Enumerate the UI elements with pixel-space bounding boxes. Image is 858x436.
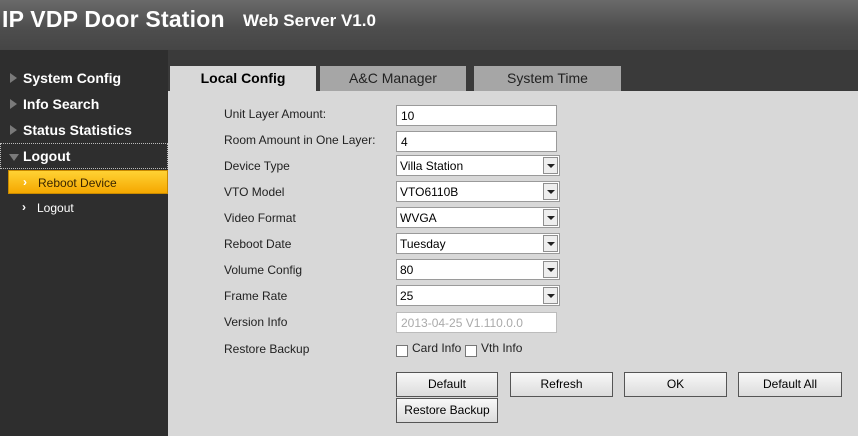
- reboot-date-label: Reboot Date: [224, 237, 292, 251]
- vto-model-label: VTO Model: [224, 185, 285, 199]
- device-type-value: Villa Station: [400, 159, 464, 173]
- tab-system-time[interactable]: System Time: [474, 66, 621, 91]
- chevron-down-icon[interactable]: [543, 209, 558, 226]
- triangle-right-icon: [10, 125, 17, 135]
- tab-local-config[interactable]: Local Config: [170, 66, 316, 91]
- reboot-date-select[interactable]: Tuesday: [396, 233, 560, 254]
- triangle-right-icon: [10, 73, 17, 83]
- app-header: IP VDP Door Station Web Server V1.0: [0, 0, 858, 50]
- volume-config-label: Volume Config: [224, 263, 303, 277]
- vto-model-select[interactable]: VTO6110B: [396, 181, 560, 202]
- reboot-date-value: Tuesday: [400, 237, 446, 251]
- video-format-select[interactable]: WVGA: [396, 207, 560, 228]
- frame-rate-select[interactable]: 25: [396, 285, 560, 306]
- triangle-right-icon: [10, 99, 17, 109]
- device-type-label: Device Type: [224, 159, 290, 173]
- vto-model-value: VTO6110B: [400, 185, 459, 199]
- ok-button[interactable]: OK: [624, 372, 727, 397]
- unit-layer-amount-input[interactable]: [396, 105, 557, 126]
- tab-ac-manager[interactable]: A&C Manager: [320, 66, 466, 91]
- chevron-right-icon: ›: [23, 175, 27, 189]
- video-format-label: Video Format: [224, 211, 296, 225]
- device-type-select[interactable]: Villa Station: [396, 155, 560, 176]
- version-info-field: [396, 312, 557, 333]
- frame-rate-label: Frame Rate: [224, 289, 288, 303]
- sidebar-item-system-config[interactable]: System Config: [0, 65, 168, 91]
- chevron-down-icon[interactable]: [543, 157, 558, 174]
- video-format-value: WVGA: [400, 211, 437, 225]
- chevron-down-icon[interactable]: [543, 287, 558, 304]
- sidebar-item-label: Info Search: [23, 96, 100, 112]
- sidebar-item-status-statistics[interactable]: Status Statistics: [0, 117, 168, 143]
- sidebar-item-label: Status Statistics: [23, 122, 132, 138]
- sidebar-subitem-logout[interactable]: › Logout: [8, 196, 168, 220]
- room-amount-input[interactable]: [396, 131, 557, 152]
- volume-config-select[interactable]: 80: [396, 259, 560, 280]
- card-info-checkbox[interactable]: [396, 345, 408, 357]
- restore-backup-label: Restore Backup: [224, 342, 310, 356]
- chevron-right-icon: ›: [22, 200, 26, 214]
- frame-rate-value: 25: [400, 289, 414, 303]
- room-amount-label: Room Amount in One Layer:: [224, 133, 376, 147]
- sidebar-subitem-label: Reboot Device: [38, 176, 117, 190]
- default-all-button[interactable]: Default All: [738, 372, 842, 397]
- triangle-down-icon: [9, 154, 19, 161]
- sidebar-subitem-label: Logout: [37, 201, 74, 215]
- card-info-label: Card Info: [412, 341, 462, 355]
- sidebar-item-info-search[interactable]: Info Search: [0, 91, 168, 117]
- main-content: Local Config A&C Manager System Time Uni…: [168, 50, 858, 436]
- sidebar: System Config Info Search Status Statist…: [0, 50, 168, 436]
- vth-info-label: Vth Info: [481, 341, 523, 355]
- chevron-down-icon[interactable]: [543, 261, 558, 278]
- vth-info-checkbox[interactable]: [465, 345, 477, 357]
- tab-bar: Local Config A&C Manager System Time: [168, 50, 858, 91]
- sidebar-subitem-reboot-device[interactable]: › Reboot Device: [8, 170, 168, 194]
- sidebar-item-label: Logout: [23, 148, 71, 164]
- default-button[interactable]: Default: [396, 372, 498, 397]
- unit-layer-amount-label: Unit Layer Amount:: [224, 107, 327, 121]
- restore-backup-button[interactable]: Restore Backup: [396, 398, 498, 423]
- app-title: IP VDP Door Station: [2, 6, 225, 32]
- version-info-label: Version Info: [224, 315, 288, 329]
- refresh-button[interactable]: Refresh: [510, 372, 613, 397]
- sidebar-item-label: System Config: [23, 70, 122, 86]
- volume-config-value: 80: [400, 263, 414, 277]
- sidebar-item-logout[interactable]: Logout: [0, 143, 168, 169]
- chevron-down-icon[interactable]: [543, 183, 558, 200]
- app-subtitle: Web Server V1.0: [243, 11, 376, 30]
- chevron-down-icon[interactable]: [543, 235, 558, 252]
